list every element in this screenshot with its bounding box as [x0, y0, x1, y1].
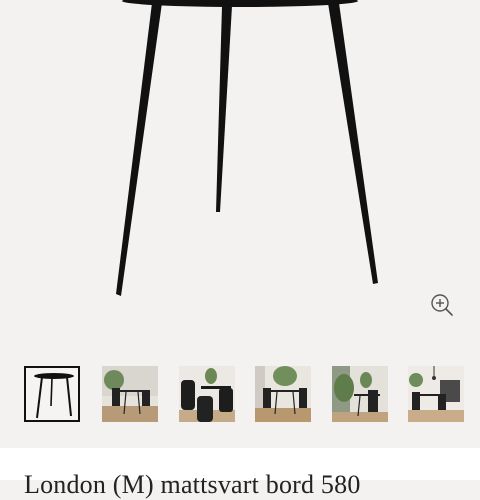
thumbnail-6[interactable]: [408, 366, 464, 422]
product-main-image[interactable]: [0, 0, 480, 352]
table-leg-middle: [216, 6, 232, 212]
thumbnail-1[interactable]: [24, 366, 80, 422]
thumbnail-2[interactable]: [102, 366, 158, 422]
thumbnail-3[interactable]: [179, 366, 235, 422]
product-info-panel: London (M) mattsvart bord 580: [0, 448, 480, 499]
thumbnail-5[interactable]: [332, 366, 388, 422]
thumbnail-4[interactable]: [255, 366, 311, 422]
zoom-in-icon[interactable]: [429, 292, 455, 318]
product-title: London (M) mattsvart bord 580: [24, 470, 361, 499]
table-leg-left: [116, 3, 162, 296]
table-image: [116, 0, 378, 296]
table-leg-right: [328, 3, 378, 284]
thumbnail-strip: [0, 366, 480, 426]
